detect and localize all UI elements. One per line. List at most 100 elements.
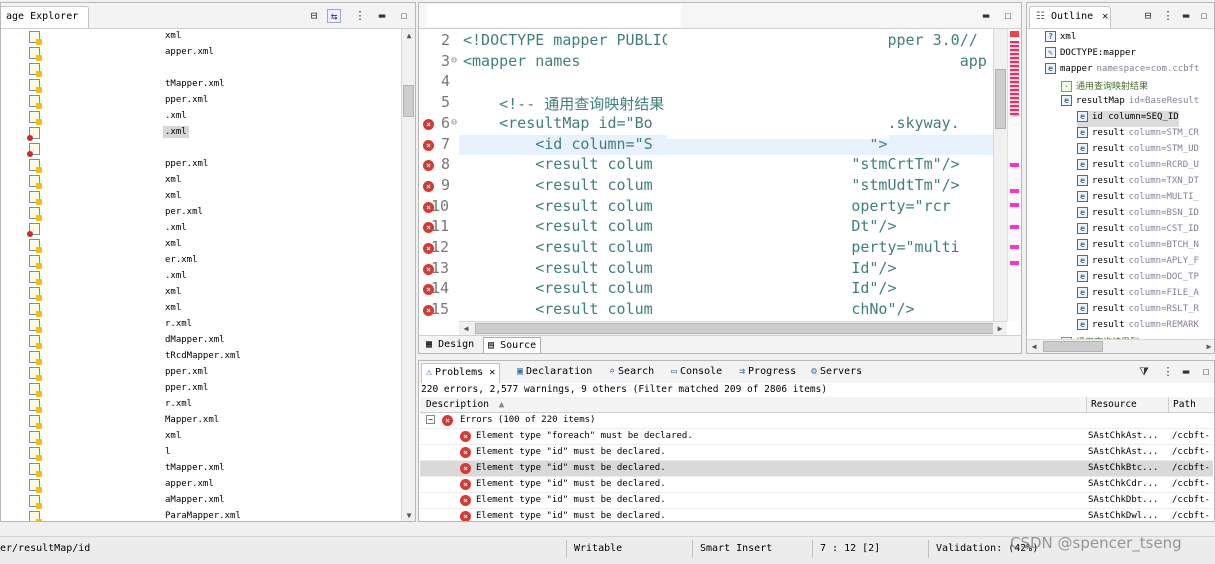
scroll-down-icon[interactable]: ▼ [402,509,415,521]
code-line[interactable]: <result colum Dt"/> [463,217,896,235]
code-line[interactable]: <result colum "stmUdtTm"/> [463,176,959,194]
error-marker-block[interactable] [1010,41,1019,117]
tree-item[interactable]: apper.xml [1,45,401,61]
scroll-left-icon[interactable]: ◀ [1027,340,1041,353]
tab-console[interactable]: ▭ Console [667,363,726,383]
problem-row[interactable]: × Element type "id" must be declared. SAst… [420,477,1213,493]
close-icon[interactable]: ✕ [1102,11,1108,22]
tab-search[interactable]: ⌕ Search [605,363,658,383]
tree-item[interactable]: .xml [1,109,401,125]
tab-design[interactable]: ▦ Design [423,338,477,353]
maximize-icon[interactable]: ☐ [1199,365,1213,379]
problem-row[interactable]: × Element type "foreach" must be declared… [420,429,1213,445]
overview-ruler[interactable] [1007,29,1021,321]
outline-item[interactable]: e result column=BTCH_N [1077,239,1199,255]
scroll-left-icon[interactable]: ◀ [459,322,473,336]
explorer-scrollbar[interactable]: ▲ ▼ [401,29,415,521]
tree-item[interactable]: xml [1,301,401,317]
tab-source[interactable]: ▤ Source [483,337,542,353]
warning-marker[interactable] [1010,189,1019,193]
tree-item[interactable]: tRcdMapper.xml [1,349,401,365]
editor-tab-placeholder[interactable] [427,5,681,27]
error-marker-icon[interactable]: × [423,180,434,192]
minimize-icon[interactable]: ▬ [1179,365,1193,379]
warning-marker[interactable] [1010,203,1019,207]
tree-item[interactable]: xml [1,173,401,189]
problem-row[interactable]: × Element type "id" must be declared. SAst… [420,509,1213,521]
outline-item[interactable]: e result column=RCRD_U [1077,159,1199,175]
scroll-right-icon[interactable]: ▶ [993,322,1007,336]
tree-item[interactable]: r.xml [1,397,401,413]
outline-item[interactable]: e result column=RSLT_R [1077,303,1199,319]
editor-horizontal-scrollbar[interactable]: ◀ ▶ [459,321,1007,336]
tree-item[interactable] [1,61,401,77]
warning-marker[interactable] [1010,245,1019,249]
warning-marker[interactable] [1010,261,1019,265]
collapse-all-icon[interactable]: ⊟ [1141,9,1155,23]
problem-row[interactable]: × Element type "id" must be declared. SAst… [420,445,1213,461]
tree-item[interactable]: xml [1,237,401,253]
error-marker-icon[interactable]: × [423,160,434,172]
error-marker[interactable] [1010,31,1019,37]
outline-item[interactable]: e result column=TXN_DT [1077,175,1199,191]
outline-item[interactable]: e result column=CST_ID [1077,223,1199,239]
tree-item[interactable]: .xml [1,125,401,141]
scroll-up-icon[interactable]: ▲ [402,29,415,43]
view-menu-icon[interactable]: ⋮ [1161,9,1175,23]
editor-vertical-scrollbar[interactable] [993,29,1007,321]
column-path[interactable]: Path [1168,397,1200,413]
tab-outline[interactable]: ☷ Outline ✕ [1029,6,1111,28]
maximize-icon[interactable]: ☐ [397,9,411,23]
code-line[interactable]: <result colum operty="rcr [463,197,950,215]
problem-row[interactable]: × Element type "id" must be declared. SAst… [420,493,1213,509]
tree-item[interactable]: aMapper.xml [1,493,401,509]
tab-servers[interactable]: ⚙ Servers [807,363,866,383]
view-menu-icon[interactable]: ⋮ [1161,365,1175,379]
tree-item[interactable]: pper.xml [1,381,401,397]
maximize-icon[interactable]: ☐ [1001,9,1015,23]
code-line[interactable]: <result colum "stmCrtTm"/> [463,155,959,173]
warning-marker[interactable] [1010,163,1019,167]
outline-item[interactable]: e result column=APLY_F [1077,255,1199,271]
error-marker-icon[interactable]: × [423,118,434,130]
tree-item[interactable]: pper.xml [1,157,401,173]
outline-item[interactable]: e result column=DOC_TP [1077,271,1199,287]
problem-row[interactable]: × Element type "id" must be declared. SAst… [420,461,1213,477]
error-marker-icon[interactable]: × [423,139,434,151]
outline-item[interactable]: e result column=REMARK [1077,319,1199,335]
outline-item[interactable]: e result column=STM_CR [1077,127,1199,143]
minimize-icon[interactable]: ▬ [375,9,389,23]
tree-item[interactable]: Mapper.xml [1,413,401,429]
code-line[interactable]: <result colum perty="multi [463,238,959,256]
tree-item[interactable]: pper.xml [1,93,401,109]
tab-problems[interactable]: ⚠ Problems ✕ [421,363,501,383]
tree-item[interactable]: xml [1,429,401,445]
code-editor[interactable]: 2<!DOCTYPE mapper PUBLIC "-//mybatis.org… [419,29,995,321]
close-icon[interactable]: ✕ [483,367,495,378]
tree-item[interactable]: per.xml [1,205,401,221]
outline-item[interactable]: e resultMap id=BaseResult [1061,95,1199,111]
column-description[interactable]: Description ▲ [426,399,504,410]
scroll-thumb[interactable] [475,323,995,334]
outline-item[interactable]: e result column=MULTI_ [1077,191,1199,207]
tree-item[interactable]: xml [1,189,401,205]
minimize-icon[interactable]: ▬ [1179,9,1193,23]
tree-item[interactable]: pper.xml [1,365,401,381]
tree-item[interactable]: apper.xml [1,477,401,493]
warning-marker[interactable] [1010,225,1019,229]
minimize-icon[interactable]: ▬ [979,9,993,23]
tab-declaration[interactable]: ▣ Declaration [513,363,596,383]
tree-item[interactable]: .xml [1,221,401,237]
scroll-thumb[interactable] [1043,341,1103,352]
fold-toggle-icon[interactable]: ⊖ [451,117,457,128]
code-line[interactable]: <result colum chNo"/> [463,300,914,318]
column-resource[interactable]: Resource [1086,397,1141,413]
close-icon[interactable]: ✕ [88,11,89,22]
outline-horizontal-scrollbar[interactable]: ◀ ▶ [1027,339,1214,353]
outline-item[interactable]: e result column=BSN_ID [1077,207,1199,223]
link-with-editor-icon[interactable]: ⇆ [327,9,341,23]
fold-toggle-icon[interactable]: ⊖ [451,55,457,66]
tab-progress[interactable]: ⇉ Progress [735,363,800,383]
outline-item[interactable]: e result column=STM_UD [1077,143,1199,159]
code-line[interactable]: <!-- 通用查询映射结果 [463,93,664,114]
